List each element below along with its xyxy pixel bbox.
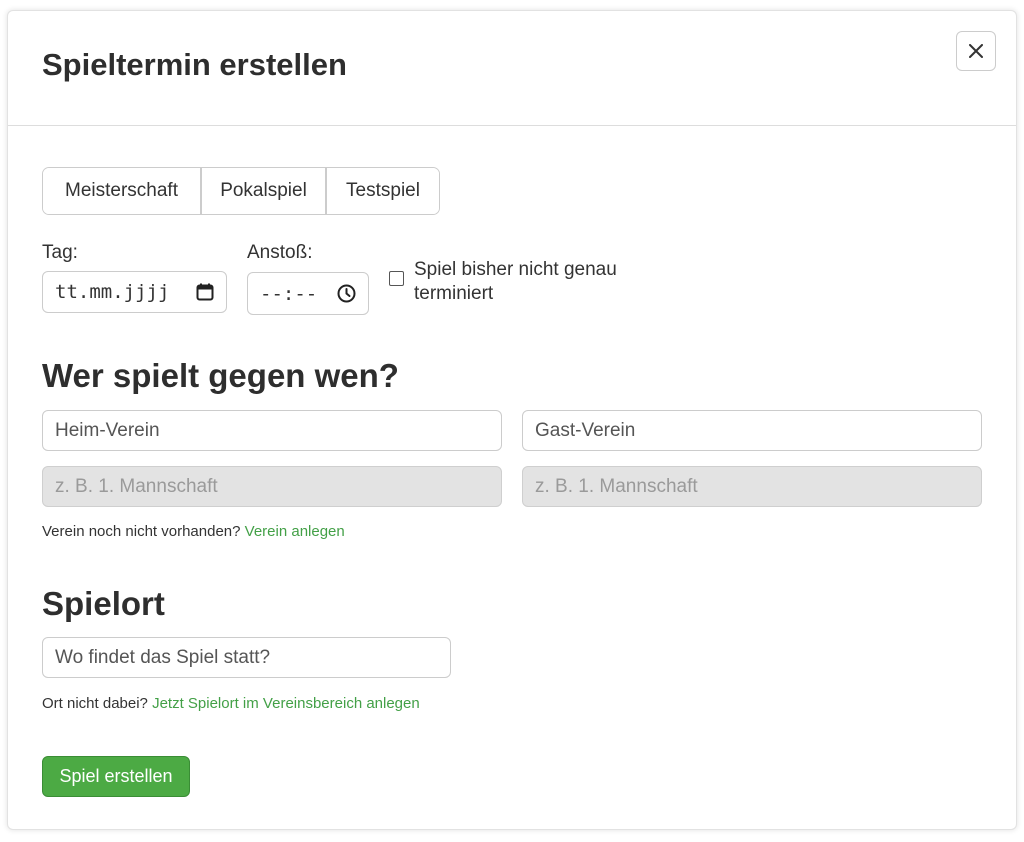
home-club-input[interactable] [42,410,502,451]
kickoff-label: Anstoß: [247,242,313,263]
guest-club-input[interactable] [522,410,982,451]
not-scheduled-label: Spiel bisher nicht genau terminiert [414,259,617,304]
guest-team-input[interactable] [522,466,982,507]
create-venue-link[interactable]: Jetzt Spielort im Vereinsbereich anlegen [152,695,420,712]
date-input[interactable]: tt.mm.jjjj [42,271,227,313]
not-scheduled-checkbox[interactable] [389,271,404,286]
match-type-friendly[interactable]: Testspiel [325,168,439,214]
match-type-group: Meisterschaft Pokalspiel Testspiel [42,167,440,215]
calendar-icon [196,283,214,301]
not-scheduled-option: Spiel bisher nicht genau terminiert [389,258,654,306]
close-icon [969,44,983,58]
kickoff-input[interactable]: --:-- [247,272,369,315]
match-type-championship[interactable]: Meisterschaft [43,168,200,214]
kickoff-value: --:-- [260,282,318,305]
club-hint: Verein noch nicht vorhanden? Verein anle… [42,523,345,540]
date-value: tt.mm.jjjj [55,281,170,303]
home-team-input[interactable] [42,466,502,507]
create-match-button[interactable]: Spiel erstellen [42,756,190,797]
venue-hint: Ort nicht dabei? Jetzt Spielort im Verei… [42,695,420,712]
create-club-link[interactable]: Verein anlegen [245,523,345,540]
dialog-header: Spieltermin erstellen [8,11,1016,126]
date-label: Tag: [42,242,78,263]
venue-title: Spielort [42,585,165,622]
create-match-dialog: Spieltermin erstellen Meisterschaft Poka… [7,10,1017,830]
match-type-cup[interactable]: Pokalspiel [200,168,325,214]
clock-icon [337,284,356,303]
venue-hint-text: Ort nicht dabei? [42,695,153,712]
dialog-title: Spieltermin erstellen [42,47,347,82]
club-hint-text: Verein noch nicht vorhanden? [42,523,245,540]
close-button[interactable] [956,31,996,71]
teams-title: Wer spielt gegen wen? [42,357,399,394]
venue-input[interactable] [42,637,451,678]
